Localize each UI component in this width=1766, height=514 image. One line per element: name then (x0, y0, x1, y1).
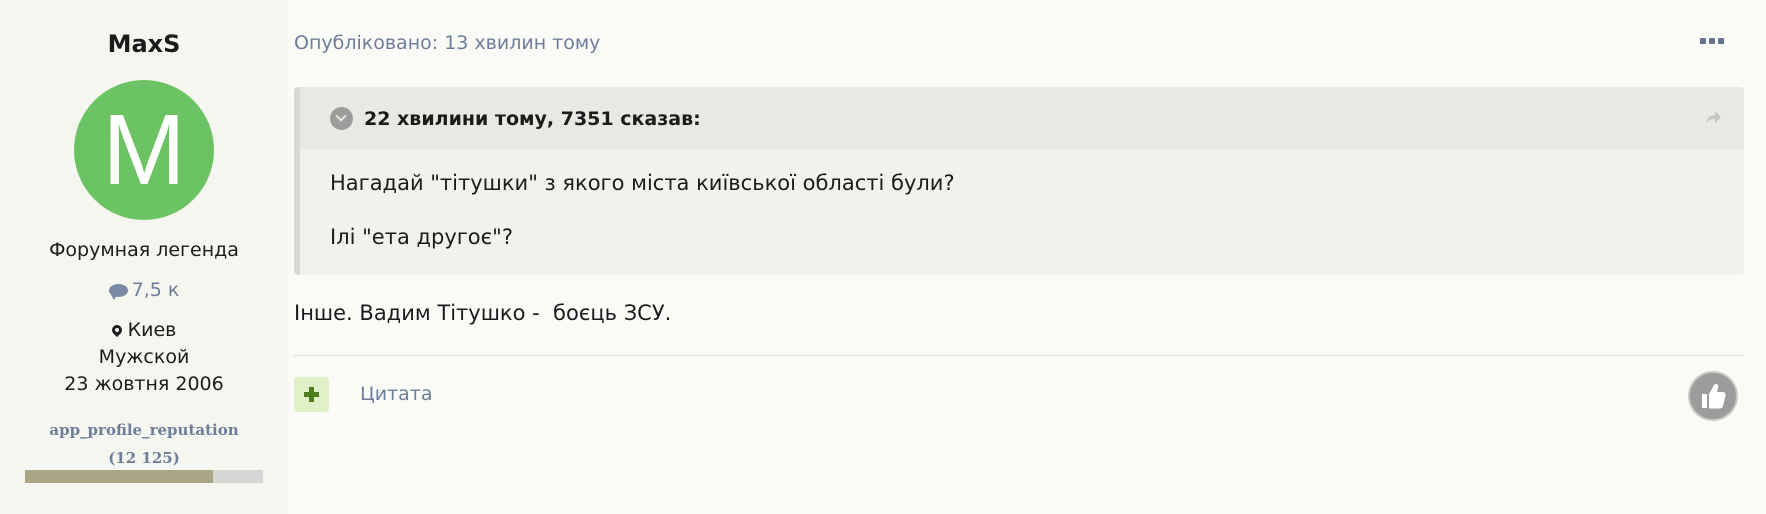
reputation-label: app_profile_reputation (49, 421, 239, 439)
quote-citation[interactable]: 22 хвилини тому, 7351 сказав: (364, 108, 701, 130)
plus-icon[interactable] (294, 377, 329, 412)
author-gender: Мужской (98, 346, 190, 368)
avatar[interactable]: M (74, 80, 214, 220)
author-post-count[interactable]: 7,5 к (0, 279, 288, 301)
reputation-value: (12 125) (108, 449, 180, 467)
reputation-bar-fill (25, 470, 214, 483)
share-arrow-icon[interactable] (1704, 109, 1722, 127)
author-panel: MaxS M Форумная легенда 7,5 к Киев Мужск… (0, 0, 288, 514)
map-marker-icon (109, 322, 124, 338)
author-username[interactable]: MaxS (0, 30, 288, 58)
comment-icon (108, 284, 128, 300)
location-value: Киев (127, 319, 177, 341)
post-count-value: 7,5 к (131, 279, 180, 301)
quote-block: 22 хвилини тому, 7351 сказав: Нагадай "т… (294, 87, 1744, 275)
quote-line: Ілі "ета другоє"? (330, 225, 513, 249)
quote-header: 22 хвилини тому, 7351 сказав: (300, 87, 1744, 150)
divider (294, 355, 1744, 356)
forum-post: MaxS M Форумная легенда 7,5 к Киев Мужск… (0, 0, 1766, 514)
quote-line: Нагадай "тітушки" з якого міста київсько… (330, 171, 955, 195)
ellipsis-icon[interactable] (1700, 36, 1726, 46)
post-body: Інше. Вадим Тітушко - боєць ЗСУ. (294, 301, 672, 325)
reputation-bar (25, 470, 263, 483)
post-published-time[interactable]: Опубліковано: 13 хвилин тому (294, 32, 600, 54)
chevron-down-circle-icon[interactable] (330, 107, 353, 130)
quote-button[interactable]: Цитата (360, 383, 433, 405)
author-rank: Форумная легенда (49, 239, 239, 261)
thumbs-up-icon[interactable] (1688, 371, 1738, 421)
author-location: Киев (0, 319, 288, 341)
author-joined-date: 23 жовтня 2006 (64, 373, 224, 395)
